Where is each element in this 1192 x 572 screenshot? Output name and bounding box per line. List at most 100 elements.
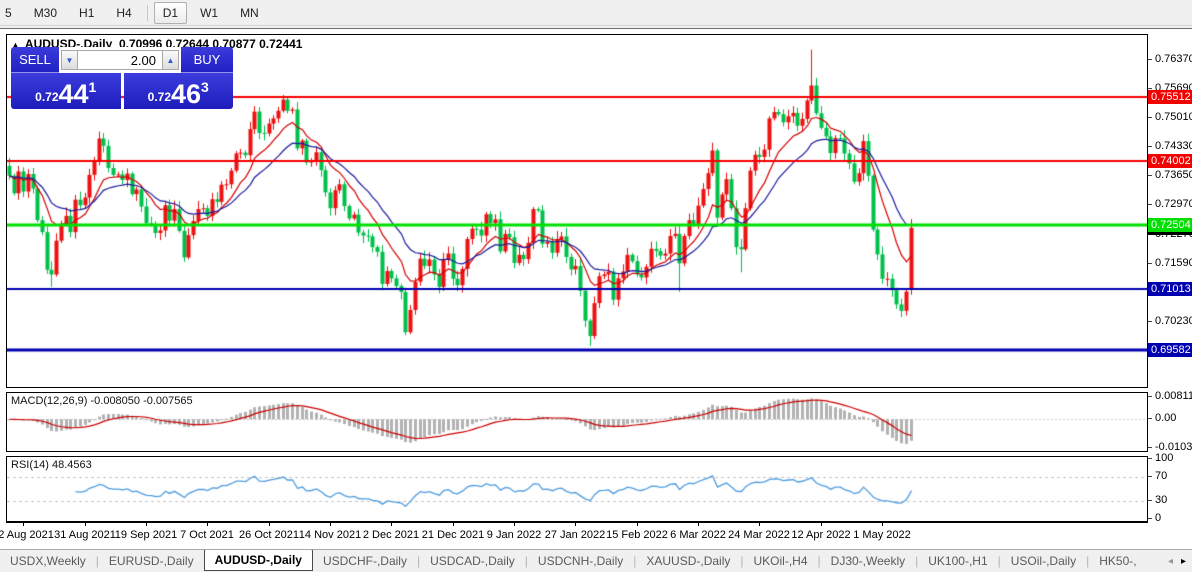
chart-tab-audusd-daily[interactable]: AUDUSD-,Daily [203,550,313,571]
timeframe-button-5[interactable]: 5 [0,2,21,24]
date-axis-label: 12 Apr 2022 [791,529,851,541]
axis-tick-mark [1148,458,1152,459]
price-axis-tick: 0.75010 [1155,111,1192,124]
rsi-axis-tick: 30 [1155,494,1168,506]
chart-tab-usdcad-daily[interactable]: USDCAD-,Daily [420,552,525,570]
sell-button[interactable]: SELL [11,47,59,73]
date-axis-label: 6 Mar 2022 [670,529,726,541]
date-axis-label: 7 Oct 2021 [180,529,234,541]
date-axis-label: 2 Dec 2021 [362,529,420,541]
buy-price-display[interactable]: 0.72 46 3 [123,73,233,109]
rsi-label: RSI(14) 48.4563 [11,459,92,471]
rsi-axis-tick: 0 [1155,512,1162,524]
volume-decrease-button[interactable]: ▼ [61,50,78,70]
date-axis-label: 19 Sep 2021 [114,529,178,541]
hline-price-badge: 0.75512 [1148,89,1192,104]
date-axis-label: 12 Aug 2021 [0,529,54,541]
rsi-axis-tick: 100 [1155,452,1174,464]
chart-tab-hk50[interactable]: HK50-, [1089,552,1146,570]
x-axis-line [6,522,1148,523]
date-tick-mark [269,523,270,526]
volume-input[interactable]: 2.00 [78,50,162,70]
date-tick-mark [453,523,454,526]
rsi-chart-canvas[interactable] [7,457,1147,521]
axis-tick-mark [1148,146,1152,148]
chart-tab-usoil-daily[interactable]: USOil-,Daily [1001,552,1086,570]
date-tick-mark [330,523,331,526]
hline-price-badge: 0.72504 [1148,218,1192,233]
hline-price-badge: 0.69582 [1148,343,1192,358]
axis-tick-mark [1148,446,1152,448]
date-tick-mark [85,523,86,526]
hline-price-badge: 0.71013 [1148,281,1192,296]
date-axis-label: 1 May 2022 [853,529,911,541]
chart-tab-bar: USDX,Weekly | EURUSD-,Daily AUDUSD-,Daily US… [0,549,1192,572]
chart-window: ▲ AUDUSD-,Daily 0.70996 0.72644 0.70877 0… [0,28,1192,549]
buy-button[interactable]: BUY [181,47,233,73]
sell-price-prefix: 0.72 [35,90,59,104]
date-tick-mark [759,523,760,526]
buy-price-big: 46 [171,79,202,109]
chart-tab-ukoil-h4[interactable]: UKOil-,H4 [744,552,818,570]
rsi-pane: RSI(14) 48.4563 [6,456,1148,522]
timeframe-button-h1[interactable]: H1 [70,2,103,24]
macd-axis-tick: 0.00811 [1155,389,1192,402]
date-tick-mark [698,523,699,526]
date-tick-mark [23,523,24,526]
macd-pane: MACD(12,26,9) -0.008050 -0.007565 [6,392,1148,452]
timeframe-button-h4[interactable]: H4 [107,2,140,24]
timeframe-toolbar: 5 M30 H1 H4 D1 W1 MN [0,0,1192,26]
tabs-scroll-right-icon[interactable]: ▸ [1181,556,1186,567]
axis-tick-mark [1148,395,1152,397]
chart-tab-usdcnh-daily[interactable]: USDCNH-,Daily [528,552,633,570]
date-tick-mark [207,523,208,526]
axis-tick-mark [1148,418,1152,420]
rsi-value: 48.4563 [51,459,92,471]
date-tick-mark [391,523,392,526]
macd-values: -0.008050 -0.007565 [90,395,193,407]
date-tick-mark [882,523,883,526]
price-pane: ▲ AUDUSD-,Daily 0.70996 0.72644 0.70877 0… [6,34,1148,388]
date-tick-mark [637,523,638,526]
date-axis-label: 14 Nov 2021 [298,529,362,541]
date-tick-mark [575,523,576,526]
chart-tab-dj30-weekly[interactable]: DJ30-,Weekly [821,552,915,570]
axis-tick-mark [1148,263,1152,265]
chart-tab-usdchf-daily[interactable]: USDCHF-,Daily [313,552,417,570]
price-axis-tick: 0.74330 [1155,140,1192,153]
date-tick-mark [514,523,515,526]
date-axis-label: 31 Aug 2021 [54,529,116,541]
chart-tab-usdx-weekly[interactable]: USDX,Weekly [0,552,96,570]
date-axis-label: 24 Mar 2022 [728,529,790,541]
axis-tick-mark [1148,175,1152,177]
timeframe-button-w1[interactable]: W1 [191,2,227,24]
date-tick-mark [146,523,147,526]
hline-price-badge: 0.74002 [1148,154,1192,169]
axis-tick-mark [1148,518,1152,519]
macd-axis-tick: 0.00 [1155,412,1177,425]
chart-tab-eurusd-daily[interactable]: EURUSD-,Daily [99,552,204,570]
price-axis-tick: 0.70230 [1155,315,1192,328]
price-axis-tick: 0.71590 [1155,257,1192,270]
date-axis-label: 27 Jan 2022 [544,529,606,541]
axis-tick-mark [1148,204,1152,206]
volume-increase-button[interactable]: ▲ [162,50,179,70]
chart-tab-xauusd-daily[interactable]: XAUUSD-,Daily [636,552,740,570]
axis-tick-mark [1148,321,1152,323]
chart-tab-uk100-h1[interactable]: UK100-,H1 [918,552,997,570]
sell-price-big: 44 [58,79,89,109]
tabs-scroll-left-icon[interactable]: ◂ [1168,556,1173,567]
date-axis: 12 Aug 202131 Aug 202119 Sep 20217 Oct 2… [0,522,1148,548]
volume-stepper: ▼ 2.00 ▲ [59,47,181,73]
timeframe-button-m30[interactable]: M30 [25,2,66,24]
sell-price-display[interactable]: 0.72 44 1 [11,73,121,109]
axis-tick-mark [1148,117,1152,119]
toolbar-separator [146,4,148,21]
rsi-axis-tick: 70 [1155,470,1168,482]
timeframe-button-mn[interactable]: MN [231,2,268,24]
date-axis-label: 21 Dec 2021 [421,529,485,541]
price-axis-tick: 0.72970 [1155,198,1192,211]
axis-tick-mark [1148,476,1152,477]
timeframe-button-d1[interactable]: D1 [153,1,188,24]
axis-tick-mark [1148,58,1152,60]
